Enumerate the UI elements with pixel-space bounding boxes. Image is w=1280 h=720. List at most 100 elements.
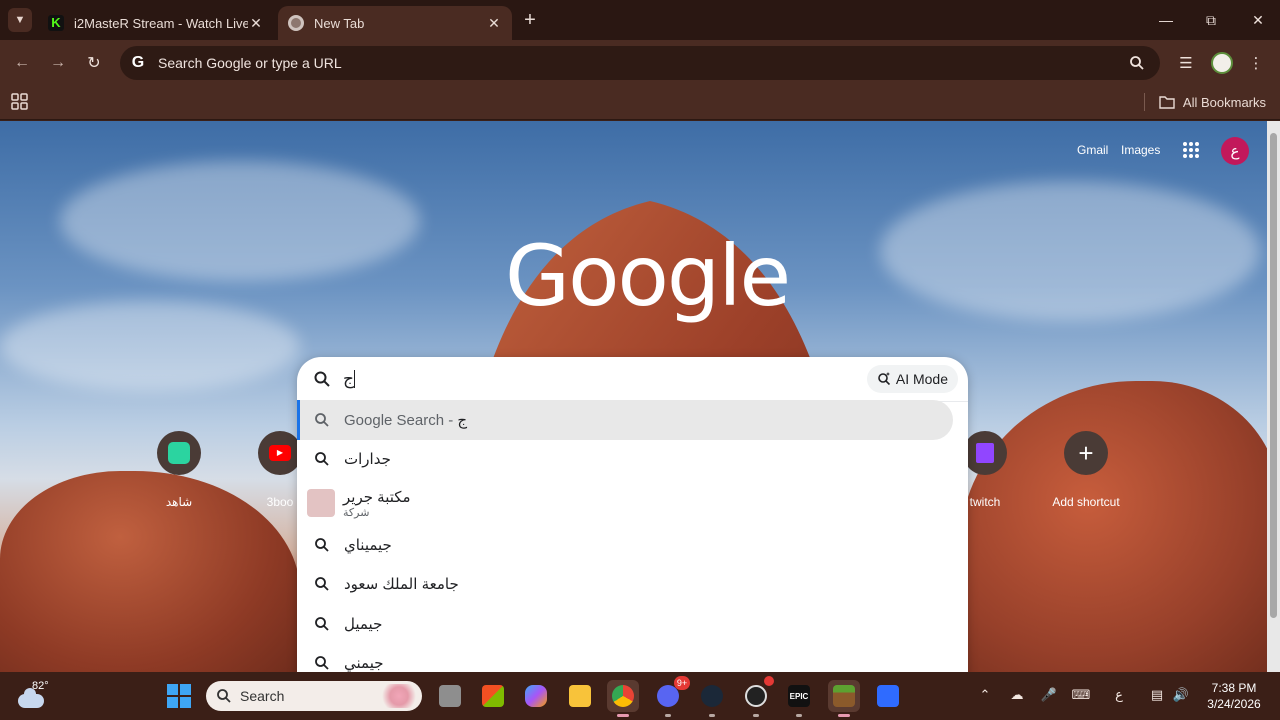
suggestion-text: جيميل [344, 616, 383, 633]
plus-icon: + [1064, 431, 1108, 475]
reload-icon: ↻ [87, 55, 101, 72]
gmail-link[interactable]: Gmail [1077, 143, 1108, 157]
ai-mode-button[interactable]: AI Mode [866, 365, 958, 393]
plus-icon: + [524, 8, 536, 31]
start-button[interactable] [167, 684, 191, 708]
cloud-icon [18, 688, 44, 708]
network-tray[interactable]: ▤ [1146, 684, 1168, 706]
shortcut-shahid[interactable]: شاهد [134, 431, 224, 509]
network-icon: ▤ [1150, 687, 1164, 702]
taskbar-copilot[interactable] [520, 680, 552, 712]
bookmarks-bar: All Bookmarks [0, 86, 1280, 120]
google-logo: Google [505, 227, 791, 325]
taskbar-roblox[interactable] [872, 680, 904, 712]
windows-logo-icon [167, 684, 178, 695]
google-apps-button[interactable] [1182, 141, 1200, 159]
back-button[interactable]: ← [10, 51, 34, 75]
suggestion-item[interactable]: جيميناي [297, 525, 968, 565]
suggestion-item[interactable]: جدارات [297, 439, 968, 479]
keyboard-tray[interactable]: ⌨ [1070, 684, 1092, 706]
search-icon [315, 413, 329, 427]
taskbar-chrome[interactable] [607, 680, 639, 717]
minecraft-icon [833, 685, 855, 707]
omnibox[interactable]: G Search Google or type a URL [120, 46, 1160, 80]
store-icon [482, 685, 504, 707]
forward-button[interactable]: → [46, 51, 70, 75]
chrome-icon [288, 15, 304, 31]
taskbar-steam[interactable] [696, 680, 728, 717]
suggestion-text: ج - Google Search [344, 411, 467, 429]
taskbar-task-view[interactable] [434, 680, 466, 712]
taskbar-discord[interactable]: 9+ [652, 676, 690, 717]
search-icon [315, 538, 329, 552]
close-window-button[interactable]: ✕ [1243, 6, 1273, 34]
taskbar-epic-games[interactable]: EPIC [783, 680, 815, 717]
search-query[interactable]: ج [343, 369, 354, 389]
suggestion-subtext: شركة [343, 506, 370, 519]
running-indicator [709, 714, 715, 717]
reload-button[interactable]: ↻ [82, 51, 106, 75]
running-indicator [753, 714, 759, 717]
scrollbar-thumb[interactable] [1270, 133, 1277, 618]
taskbar-minecraft[interactable] [828, 680, 860, 717]
omnibox-placeholder[interactable]: Search Google or type a URL [158, 55, 1126, 71]
search-icon[interactable] [1126, 52, 1148, 74]
volume-tray[interactable]: 🔊 [1170, 684, 1192, 706]
all-bookmarks-button[interactable]: All Bookmarks [1143, 93, 1266, 111]
close-icon[interactable]: ✕ [248, 15, 264, 31]
running-indicator [838, 714, 850, 717]
epic-games-icon: EPIC [788, 685, 810, 707]
close-icon[interactable]: ✕ [486, 15, 502, 31]
realbox-dropdown: ج AI Mode ج - Google Search جدارات مكتبة… [297, 357, 968, 677]
page-scrollbar[interactable] [1267, 121, 1280, 672]
apps-grid-icon [11, 93, 28, 110]
suggestion-item[interactable]: ج - Google Search [297, 400, 953, 440]
suggestion-text: جدارات [344, 451, 391, 468]
all-bookmarks-label: All Bookmarks [1182, 94, 1266, 110]
suggestion-text: مكتبة جرير [343, 488, 411, 506]
search-highlight-image [380, 684, 418, 708]
microphone-tray[interactable]: 🎤 [1038, 684, 1060, 706]
restore-button[interactable]: ⧉ [1196, 6, 1226, 34]
profile-button[interactable] [1210, 51, 1234, 75]
weather-widget[interactable]: 82° [18, 680, 49, 712]
apps-grid-button[interactable] [10, 92, 30, 112]
roblox-icon [877, 685, 899, 707]
system-clock[interactable]: 7:38 PM 3/24/2026 [1198, 680, 1270, 712]
add-shortcut-button[interactable]: + Add shortcut [1041, 431, 1131, 509]
chrome-menu-button[interactable]: ⋮ [1244, 51, 1268, 75]
tab-kick-stream[interactable]: K i2MasteR Stream - Watch Live o ✕ [38, 6, 274, 40]
windows-taskbar: 82° Search 9+ EPIC ⌃ ☁ 🎤 ⌨ ع ▤ 🔊 7:38 PM… [0, 672, 1280, 720]
taskbar-obs[interactable] [740, 676, 774, 717]
account-avatar[interactable]: ع [1221, 137, 1249, 165]
onedrive-tray[interactable]: ☁ [1006, 684, 1028, 706]
tab-new-tab[interactable]: New Tab ✕ [278, 6, 512, 40]
search-input[interactable]: ج AI Mode [297, 357, 968, 401]
background-rock [960, 381, 1280, 672]
suggestion-item-entity[interactable]: مكتبة جرير شركة [297, 481, 968, 525]
youtube-icon: ▶ [258, 431, 302, 475]
taskbar-search[interactable]: Search [206, 681, 422, 711]
browser-toolbar: ← → ↻ G Search Google or type a URL ☰ ⋮ [0, 40, 1280, 86]
suggestion-text: جامعة الملك سعود [344, 576, 459, 593]
clock-date: 3/24/2026 [1207, 697, 1261, 711]
copilot-icon [525, 685, 547, 707]
suggestion-item[interactable]: جيميل [297, 604, 968, 644]
chevron-up-icon: ⌃ [979, 687, 991, 702]
taskbar-store[interactable] [477, 680, 509, 712]
tab-search-button[interactable]: ▼ [8, 8, 32, 32]
media-controls-button[interactable]: ☰ [1174, 51, 1198, 75]
kebab-menu-icon: ⋮ [1248, 55, 1264, 72]
suggestion-text: جيمني [344, 655, 384, 672]
suggestion-item[interactable]: جامعة الملك سعود [297, 564, 968, 604]
obs-icon [745, 685, 767, 707]
images-link[interactable]: Images [1121, 143, 1160, 157]
suggestion-text: جيميناي [344, 537, 392, 554]
minimize-button[interactable]: — [1151, 6, 1181, 34]
running-indicator [796, 714, 802, 717]
input-language-indicator[interactable]: ع [1108, 684, 1130, 706]
taskbar-file-explorer[interactable] [564, 680, 596, 712]
search-icon [315, 617, 329, 631]
show-hidden-icons-button[interactable]: ⌃ [974, 684, 996, 706]
new-tab-button[interactable]: + [518, 8, 542, 32]
